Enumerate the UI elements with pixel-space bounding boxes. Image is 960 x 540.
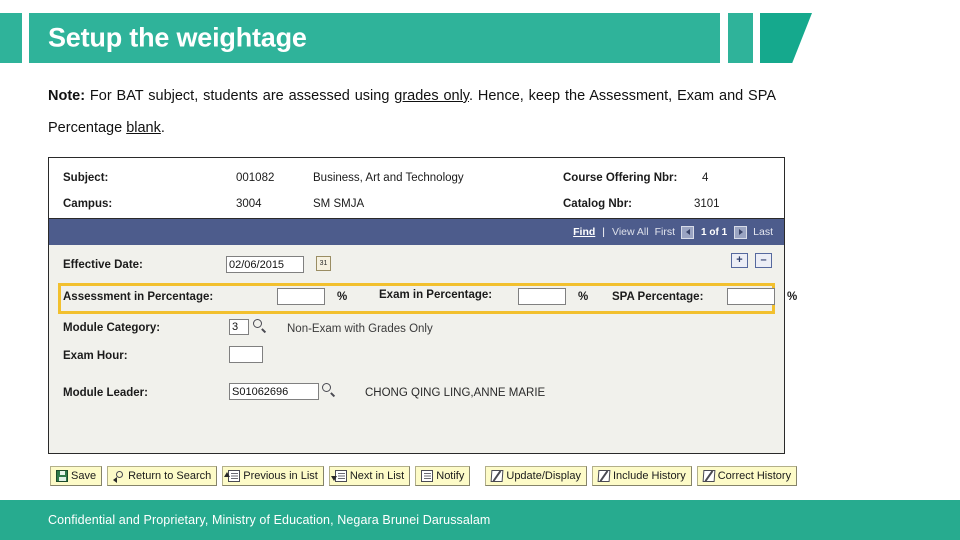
lens-shape [253,319,262,328]
banner-accent-block-thin [728,13,753,63]
floppy-disk-icon [56,470,68,482]
subject-code-value: 001082 [236,172,275,184]
exam-hour-input[interactable] [229,346,263,363]
next-in-list-button-label: Next in List [349,470,405,482]
delete-row-button[interactable]: – [755,253,772,268]
page-title: Setup the weightage [48,22,307,53]
record-navigation-bar: Find | View All First 1 of 1 Last [49,219,784,245]
correct-history-button-label: Correct History [717,470,792,482]
footer-bar: Confidential and Proprietary, Ministry o… [0,500,960,540]
previous-in-list-button-label: Previous in List [243,470,318,482]
save-button[interactable]: Save [50,466,103,486]
campus-label: Campus: [63,198,113,210]
handle-shape [329,391,335,397]
assessment-percent-sign: % [337,291,348,303]
note-paragraph: Note: For BAT subject, students are asse… [48,80,776,144]
panel-form-body: Effective Date: 31 + – Assessment in Per… [49,245,797,453]
exam-percent-sign: % [578,291,589,303]
previous-in-list-icon [224,470,241,482]
pencil-correct-icon [702,470,716,482]
envelope-notify-icon [421,470,434,482]
form-action-toolbar: Save Return to Search Previous in List N… [50,466,798,486]
course-offering-nbr-value: 4 [702,172,709,184]
catalog-nbr-value: 3101 [694,198,720,210]
page-header-banner: Setup the weightage [0,13,812,63]
next-record-arrow-icon[interactable] [734,225,748,239]
module-leader-name: CHONG QING LING,ANNE MARIE [365,387,546,399]
module-category-label: Module Category: [63,322,161,334]
next-in-list-button[interactable]: Next in List [328,466,411,486]
include-history-button-label: Include History [612,470,686,482]
footer-confidentiality-text: Confidential and Proprietary, Ministry o… [48,513,491,527]
view-all-link[interactable]: View All [612,226,649,238]
pencil-history-icon [597,470,611,482]
nav-separator: | [602,226,606,238]
last-link[interactable]: Last [753,226,773,238]
find-link[interactable]: Find [573,226,595,238]
notify-button-label: Notify [436,470,465,482]
course-offering-nbr-label: Course Offering Nbr: [563,172,678,184]
note-underlined-grades-only: grades only [394,88,469,104]
subject-label: Subject: [63,172,109,184]
record-count-label: 1 of 1 [701,226,728,238]
note-label: Note: [48,88,86,104]
effective-date-input[interactable] [226,256,304,273]
exam-in-percentage-label: Exam in Percentage: [379,289,493,301]
campus-code-value: 3004 [236,198,262,210]
campus-description-value: SM SMJA [313,198,365,210]
notify-button[interactable]: Notify [415,466,471,486]
spa-percentage-input[interactable] [727,288,775,305]
first-link[interactable]: First [655,226,675,238]
handle-shape [260,327,266,333]
add-row-button[interactable]: + [731,253,748,268]
correct-history-button[interactable]: Correct History [696,466,798,486]
previous-in-list-button[interactable]: Previous in List [222,466,324,486]
return-arrow-magnifier-icon [113,470,125,483]
course-weightage-form-panel: Subject: 001082 Business, Art and Techno… [48,157,797,454]
previous-record-arrow-icon[interactable] [681,225,695,239]
banner-accent-block-left [0,13,22,63]
module-category-input[interactable] [229,319,249,335]
note-text-part1: For BAT subject, students are assessed u… [85,88,395,104]
assessment-in-percentage-label: Assessment in Percentage: [63,291,214,303]
panel-summary-header: Subject: 001082 Business, Art and Techno… [49,158,784,219]
subject-description-value: Business, Art and Technology [313,172,464,184]
module-category-description: Non-Exam with Grades Only [287,323,433,335]
exam-in-percentage-input[interactable] [518,288,566,305]
pencil-document-icon [490,470,504,482]
assessment-in-percentage-input[interactable] [277,288,325,305]
effective-date-label: Effective Date: [63,259,143,271]
module-leader-lookup-search-icon[interactable] [321,382,336,397]
note-text-part3: . [160,120,165,136]
save-button-label: Save [71,470,97,482]
update-display-button-label: Update/Display [506,470,581,482]
record-navigation-controls: Find | View All First 1 of 1 Last [573,219,774,245]
spa-percent-sign: % [787,291,798,303]
exam-hour-label: Exam Hour: [63,350,128,362]
note-underlined-blank: blank [126,120,161,136]
return-to-search-button[interactable]: Return to Search [107,466,218,486]
catalog-nbr-label: Catalog Nbr: [563,198,632,210]
spa-percentage-label: SPA Percentage: [612,291,704,303]
module-category-lookup-search-icon[interactable] [252,318,267,333]
return-to-search-button-label: Return to Search [128,470,212,482]
calendar-icon[interactable]: 31 [316,256,331,271]
module-leader-input[interactable] [229,383,319,400]
next-in-list-icon [330,470,347,482]
update-display-button[interactable]: Update/Display [485,466,587,486]
banner-trapezoid-shape [760,13,812,63]
module-leader-label: Module Leader: [63,387,148,399]
lens-shape [322,383,331,392]
include-history-button[interactable]: Include History [591,466,692,486]
